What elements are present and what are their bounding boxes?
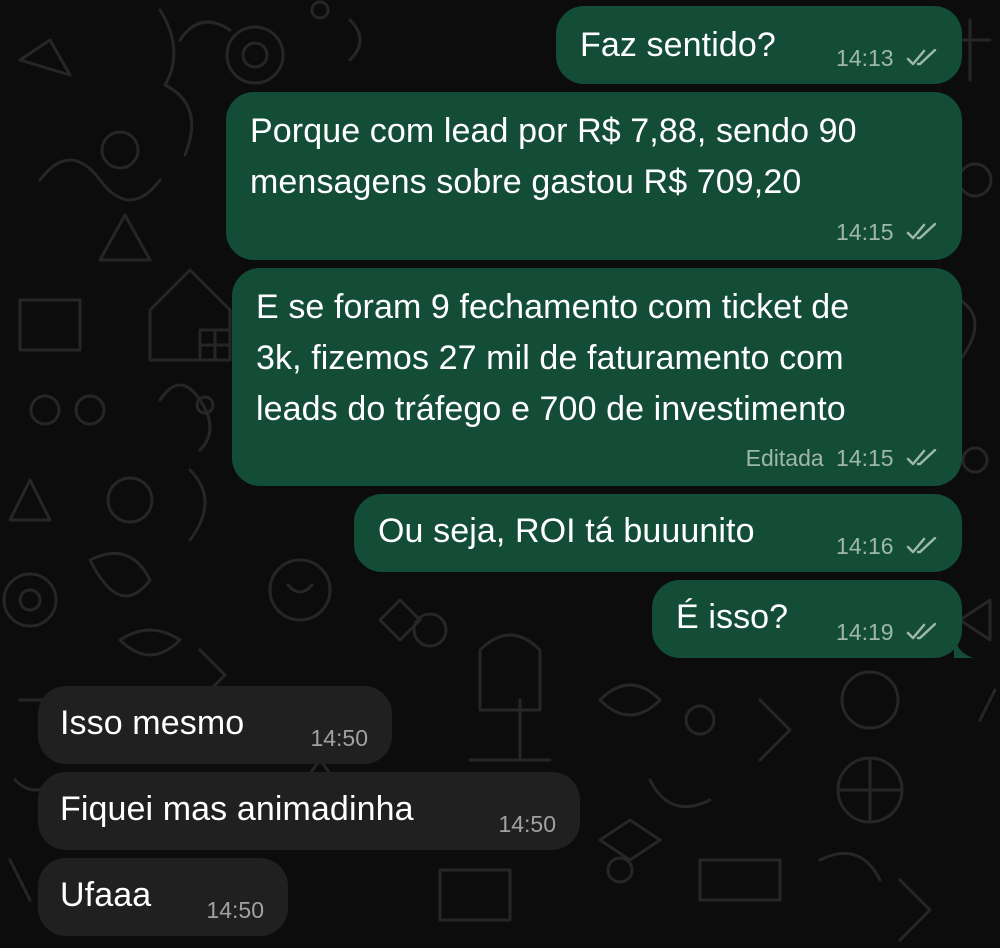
message-bubble-incoming[interactable]: Isso mesmo 14:50 xyxy=(38,686,392,764)
message-bubble-incoming[interactable]: Fiquei mas animadinha 14:50 xyxy=(38,772,580,850)
message-text: É isso? xyxy=(676,598,789,636)
double-check-icon xyxy=(906,223,937,240)
message-time: 14:15 xyxy=(836,219,894,245)
message-bubble-outgoing[interactable]: Porque com lead por R$ 7,88, sendo 90 me… xyxy=(226,92,962,260)
chat-area[interactable]: Faz sentido? 14:13 Porque com lead por R… xyxy=(0,0,1000,948)
message-text-line: Porque com lead por R$ 7,88, sendo 90 xyxy=(250,112,857,150)
message-meta: 14:13 xyxy=(836,44,940,72)
message-time: 14:19 xyxy=(836,619,894,645)
message-time: 14:16 xyxy=(836,533,894,559)
double-check-icon xyxy=(906,537,937,554)
message-bubble-incoming[interactable]: Ufaaa 14:50 xyxy=(38,858,288,936)
message-text-line: mensagens sobre gastou R$ 709,20 xyxy=(250,163,802,201)
message-bubble-outgoing[interactable]: E se foram 9 fechamento com ticket de 3k… xyxy=(232,268,962,486)
message-time: 14:15 xyxy=(836,445,894,471)
message-meta: 14:16 xyxy=(836,532,940,560)
edited-label: Editada xyxy=(745,445,824,471)
message-text-line: 3k, fizemos 27 mil de faturamento com xyxy=(256,339,844,377)
message-text: Ou seja, ROI tá buuunito xyxy=(378,512,755,550)
double-check-icon xyxy=(906,449,937,466)
message-text-line: leads do tráfego e 700 de investimento xyxy=(256,390,846,428)
message-time: 14:50 xyxy=(206,897,264,923)
message-bubble-outgoing[interactable]: Ou seja, ROI tá buuunito 14:16 xyxy=(354,494,962,572)
message-time: 14:13 xyxy=(836,45,894,71)
message-meta: 14:19 xyxy=(836,618,940,646)
message-text-line: E se foram 9 fechamento com ticket de xyxy=(256,288,850,326)
message-meta: 14:15 xyxy=(836,218,940,246)
message-time: 14:50 xyxy=(310,725,368,751)
message-bubble-outgoing[interactable]: É isso? 14:19 xyxy=(652,580,974,658)
message-text: Isso mesmo xyxy=(60,704,245,742)
bubble-tail xyxy=(954,636,974,658)
message-text: Faz sentido? xyxy=(580,26,776,64)
message-text: Fiquei mas animadinha xyxy=(60,790,414,828)
message-text: Ufaaa xyxy=(60,876,152,914)
double-check-icon xyxy=(906,49,937,66)
message-meta: Editada 14:15 xyxy=(746,444,940,472)
double-check-icon xyxy=(906,623,937,640)
message-time: 14:50 xyxy=(498,811,556,837)
message-bubble-outgoing[interactable]: Faz sentido? 14:13 xyxy=(556,6,962,84)
